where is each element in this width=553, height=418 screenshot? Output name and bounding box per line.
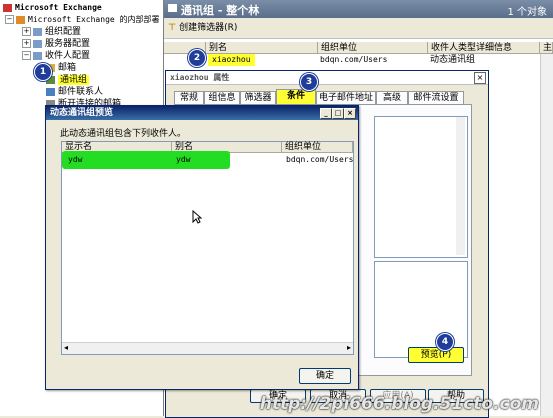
column-header-type[interactable]: 收件人类型详细信息	[428, 42, 540, 54]
mouse-cursor-icon	[192, 209, 203, 227]
row-type: 动态通讯组	[430, 55, 476, 65]
maximize-icon[interactable]: □	[332, 108, 344, 119]
scroll-left-icon[interactable]: ◂	[64, 343, 68, 352]
tree-item-label: 服务器配置	[45, 39, 91, 49]
exchange-icon	[3, 3, 12, 12]
close-icon[interactable]: ×	[474, 72, 486, 84]
collapse-icon[interactable]: −	[22, 51, 31, 60]
tree-item-recipient-config[interactable]: − 收件人配置	[22, 50, 90, 62]
preview-dialog: 动态通讯组预览 _ □ × 此动态通讯组包含下列收件人。 显示名 别名 组织单位…	[45, 105, 359, 390]
row-display-name: ydw	[68, 155, 83, 164]
pane-header: 通讯组 - 整个林 1 个对象	[164, 0, 553, 18]
column-header-alias[interactable]: 别名	[206, 42, 318, 54]
toolbar: ⊤ 创建筛选器(R)	[164, 18, 553, 39]
tab-conditions[interactable]: 条件	[276, 89, 316, 104]
row-alias: ydw	[176, 155, 191, 164]
step-marker-3: 3	[300, 73, 318, 91]
watermark: http://2pi666.blog.51cto.com	[259, 394, 539, 414]
vertical-scrollbar[interactable]	[540, 54, 553, 416]
tab-advanced[interactable]: 高级	[376, 91, 408, 104]
column-header-ou[interactable]: 组织单位	[318, 42, 428, 54]
preview-description: 此动态通讯组包含下列收件人。	[60, 129, 187, 139]
tree-item-label: 组织配置	[45, 27, 82, 37]
row-ou: bdqn.com/Users	[320, 55, 388, 64]
green-highlight	[62, 151, 230, 169]
tree-item-label: Microsoft Exchange 的内部部署	[28, 15, 160, 24]
row-ou: bdqn.com/Users	[286, 155, 354, 164]
tree-item-org[interactable]: − Microsoft Exchange 的内部部署	[5, 14, 160, 26]
scroll-right-icon[interactable]: ▸	[347, 343, 351, 352]
conditions-box	[374, 116, 468, 258]
step-marker-2: 2	[188, 49, 206, 67]
tree-item-server-config[interactable]: + 服务器配置	[22, 38, 90, 50]
expand-icon[interactable]: +	[22, 27, 31, 36]
folder-icon	[33, 27, 42, 36]
preview-ok-button[interactable]: 确定	[299, 368, 351, 384]
minimize-icon[interactable]: _	[320, 108, 332, 119]
preview-titlebar: 动态通讯组预览 _ □ ×	[46, 106, 358, 120]
group-icon	[168, 4, 177, 12]
properties-title: xiaozhou 属性	[170, 73, 230, 82]
tree-item-label: 通讯组	[58, 75, 90, 85]
collapse-icon[interactable]: −	[5, 15, 14, 24]
column-header-ou[interactable]: 组织单位	[282, 142, 353, 153]
properties-titlebar: xiaozhou 属性 ×	[166, 71, 488, 85]
tree-item-label: 收件人配置	[45, 51, 91, 61]
tab-group-info[interactable]: 组信息	[204, 91, 240, 104]
preview-button[interactable]: 预览(P)	[408, 347, 464, 363]
tree-item-distribution-group[interactable]: 通讯组	[46, 74, 90, 86]
tree-item-label: Microsoft Exchange	[15, 3, 102, 12]
folder-icon	[33, 39, 42, 48]
object-count: 1 个对象	[507, 7, 547, 18]
contact-icon	[46, 87, 55, 96]
tab-mail-flow[interactable]: 邮件流设置	[408, 91, 464, 104]
list-item[interactable]: ydw ydw bdqn.com/Users	[62, 151, 354, 169]
horizontal-scrollbar[interactable]: ◂ ▸	[62, 342, 353, 354]
close-icon[interactable]: ×	[344, 108, 356, 119]
conditions-scrollbar[interactable]	[456, 117, 465, 255]
description-box	[374, 261, 468, 358]
folder-icon	[33, 51, 42, 60]
step-marker-1: 1	[34, 63, 52, 81]
pane-title: 通讯组 - 整个林	[181, 4, 260, 17]
tree-item-label: 邮件联系人	[58, 87, 104, 97]
filter-icon: ⊤	[168, 23, 177, 33]
tab-general[interactable]: 常规	[174, 91, 204, 104]
row-alias: xiaozhou	[208, 54, 255, 66]
tab-filter[interactable]: 筛选器	[240, 91, 276, 104]
create-filter-button[interactable]: ⊤ 创建筛选器(R)	[168, 22, 237, 34]
step-marker-4: 4	[436, 333, 454, 351]
tab-email-address[interactable]: 电子邮件地址	[316, 91, 376, 104]
tree-item-org-config[interactable]: + 组织配置	[22, 26, 81, 38]
tree-item-mail-contact[interactable]: 邮件联系人	[46, 86, 103, 98]
create-filter-label: 创建筛选器(R)	[179, 23, 238, 33]
org-icon	[16, 15, 25, 24]
tree-item-label: 邮箱	[58, 63, 77, 73]
column-header-extra[interactable]: 主	[540, 42, 553, 54]
tree-item-root[interactable]: Microsoft Exchange	[3, 2, 102, 14]
table-row[interactable]: xiaozhou bdqn.com/Users 动态通讯组	[164, 54, 553, 66]
recipient-list[interactable]: 显示名 别名 组织单位 ydw ydw bdqn.com/Users ◂ ▸	[61, 141, 354, 355]
preview-title: 动态通讯组预览	[50, 108, 114, 118]
expand-icon[interactable]: +	[22, 39, 31, 48]
